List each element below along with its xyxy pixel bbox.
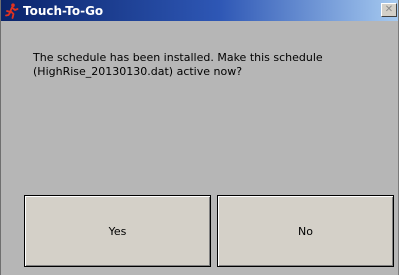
no-button[interactable]: No [217,195,394,267]
no-button-label: No [298,224,313,238]
dialog-window: Touch-To-Go ✕ The schedule has been inst… [0,0,399,275]
title-bar[interactable]: Touch-To-Go ✕ [1,0,398,21]
running-figure-icon [4,2,20,19]
close-button[interactable]: ✕ [381,3,397,17]
close-icon: ✕ [384,4,394,15]
yes-button[interactable]: Yes [24,195,211,267]
message-line-2: (HighRise_20130130.dat) active now? [33,65,243,78]
dialog-message: The schedule has been installed. Make th… [33,51,373,79]
yes-button-label: Yes [108,224,127,238]
message-line-1: The schedule has been installed. Make th… [33,51,323,64]
window-title: Touch-To-Go [23,3,104,18]
